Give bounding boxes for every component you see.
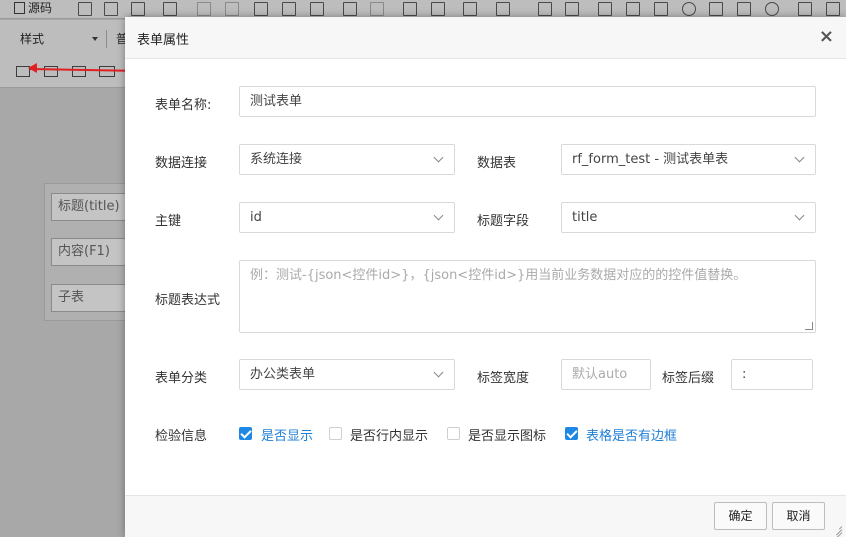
form-name-input[interactable]: 测试表单 [239,86,816,117]
label-suffix-input[interactable]: : [731,359,813,390]
dialog-footer: 确定 取消 [125,495,846,537]
style-dropdown[interactable]: 样式 [14,30,102,48]
redo-icon[interactable] [370,2,384,16]
chevron-down-icon [92,37,98,41]
title-expression-label: 标题表达式 [155,293,221,308]
preview-icon[interactable] [104,2,118,16]
data-table-label: 数据表 [477,156,517,171]
form-category-select[interactable]: 办公类表单 [239,359,455,390]
bulleted-list-icon[interactable] [826,2,840,16]
paste-text-icon[interactable] [282,2,296,16]
validation-label: 检验信息 [155,429,208,444]
form-properties-dialog: 表单属性 × 表单名称: 测试表单 数据连接 系统连接 数据表 rf_form_… [125,17,846,537]
copy-icon[interactable] [225,2,239,16]
show-icon-label[interactable]: 是否显示图标 [468,425,546,444]
show-validation-checkbox[interactable] [239,427,252,440]
primary-key-value: id [250,210,262,225]
format-brush-icon[interactable] [538,2,552,16]
table-border-checkbox[interactable] [565,427,578,440]
special-char-icon[interactable] [709,2,723,16]
resize-grip-icon[interactable] [805,322,813,330]
number-input-icon[interactable] [99,66,115,77]
form-category-label: 表单分类 [155,371,208,386]
numbered-list-icon[interactable] [798,2,812,16]
page-break-icon[interactable] [737,2,751,16]
label-suffix-label: 标签后缀 [662,371,715,386]
source-label: 源码 [28,1,53,15]
chevron-down-icon [433,210,444,221]
toolbar-separator [106,30,107,48]
title-field-value: title [572,210,598,225]
show-icon-checkbox[interactable] [447,427,460,440]
inline-display-label[interactable]: 是否行内显示 [350,425,428,444]
dialog-header: 表单属性 × [125,17,846,59]
title-expression-textarea[interactable]: 例：测试-{json<控件id>}，{json<控件id>}用当前业务数据对应的… [239,260,816,333]
undo-icon[interactable] [343,2,357,16]
textarea-icon[interactable] [72,66,86,77]
show-validation-label[interactable]: 是否显示 [261,425,313,444]
source-button[interactable]: 源码 [14,0,52,18]
title-expression-placeholder: 例：测试-{json<控件id>}，{json<控件id>}用当前业务数据对应的… [250,268,747,283]
resize-grip-icon[interactable] [832,523,843,537]
chevron-down-icon [794,210,805,221]
db-connection-label: 数据连接 [155,156,208,171]
db-connection-value: 系统连接 [250,152,303,167]
template-icon[interactable] [163,2,177,16]
label-width-label: 标签宽度 [477,371,530,386]
ok-button[interactable]: 确定 [714,502,767,530]
style-dropdown-label: 样式 [20,32,45,46]
title-field-label: 标题字段 [477,214,530,229]
cancel-button[interactable]: 取消 [772,502,825,530]
table-border-label[interactable]: 表格是否有边框 [586,425,677,444]
hr-icon[interactable] [654,2,668,16]
chevron-down-icon [794,152,805,163]
save-icon[interactable] [463,2,477,16]
new-page-icon[interactable] [78,2,92,16]
replace-icon[interactable] [431,2,445,16]
table-icon[interactable] [626,2,640,16]
db-connection-select[interactable]: 系统连接 [239,144,455,175]
title-field-select[interactable]: title [561,202,816,233]
form-name-label: 表单名称: [155,98,212,113]
dialog-title: 表单属性 [137,33,190,48]
close-icon[interactable]: × [819,27,834,47]
inline-display-checkbox[interactable] [329,427,342,440]
iframe-icon[interactable] [765,2,779,16]
smiley-icon[interactable] [682,2,696,16]
find-icon[interactable] [403,2,417,16]
image-icon[interactable] [598,2,612,16]
data-table-select[interactable]: rf_form_test - 测试表单表 [561,144,816,175]
primary-key-label: 主键 [155,214,182,229]
paste-word-icon[interactable] [310,2,324,16]
label-width-input[interactable]: 默认auto [561,359,651,390]
form-category-value: 办公类表单 [250,367,316,382]
spellcheck-icon[interactable] [496,2,510,16]
chevron-down-icon [433,367,444,378]
primary-key-select[interactable]: id [239,202,455,233]
annotation-arrow-head [28,63,37,73]
print-icon[interactable] [131,2,145,16]
paste-icon[interactable] [254,2,268,16]
clear-format-icon[interactable] [565,2,579,16]
cut-icon[interactable] [197,2,211,16]
source-icon [14,2,25,14]
chevron-down-icon [433,152,444,163]
data-table-value: rf_form_test - 测试表单表 [572,152,729,167]
